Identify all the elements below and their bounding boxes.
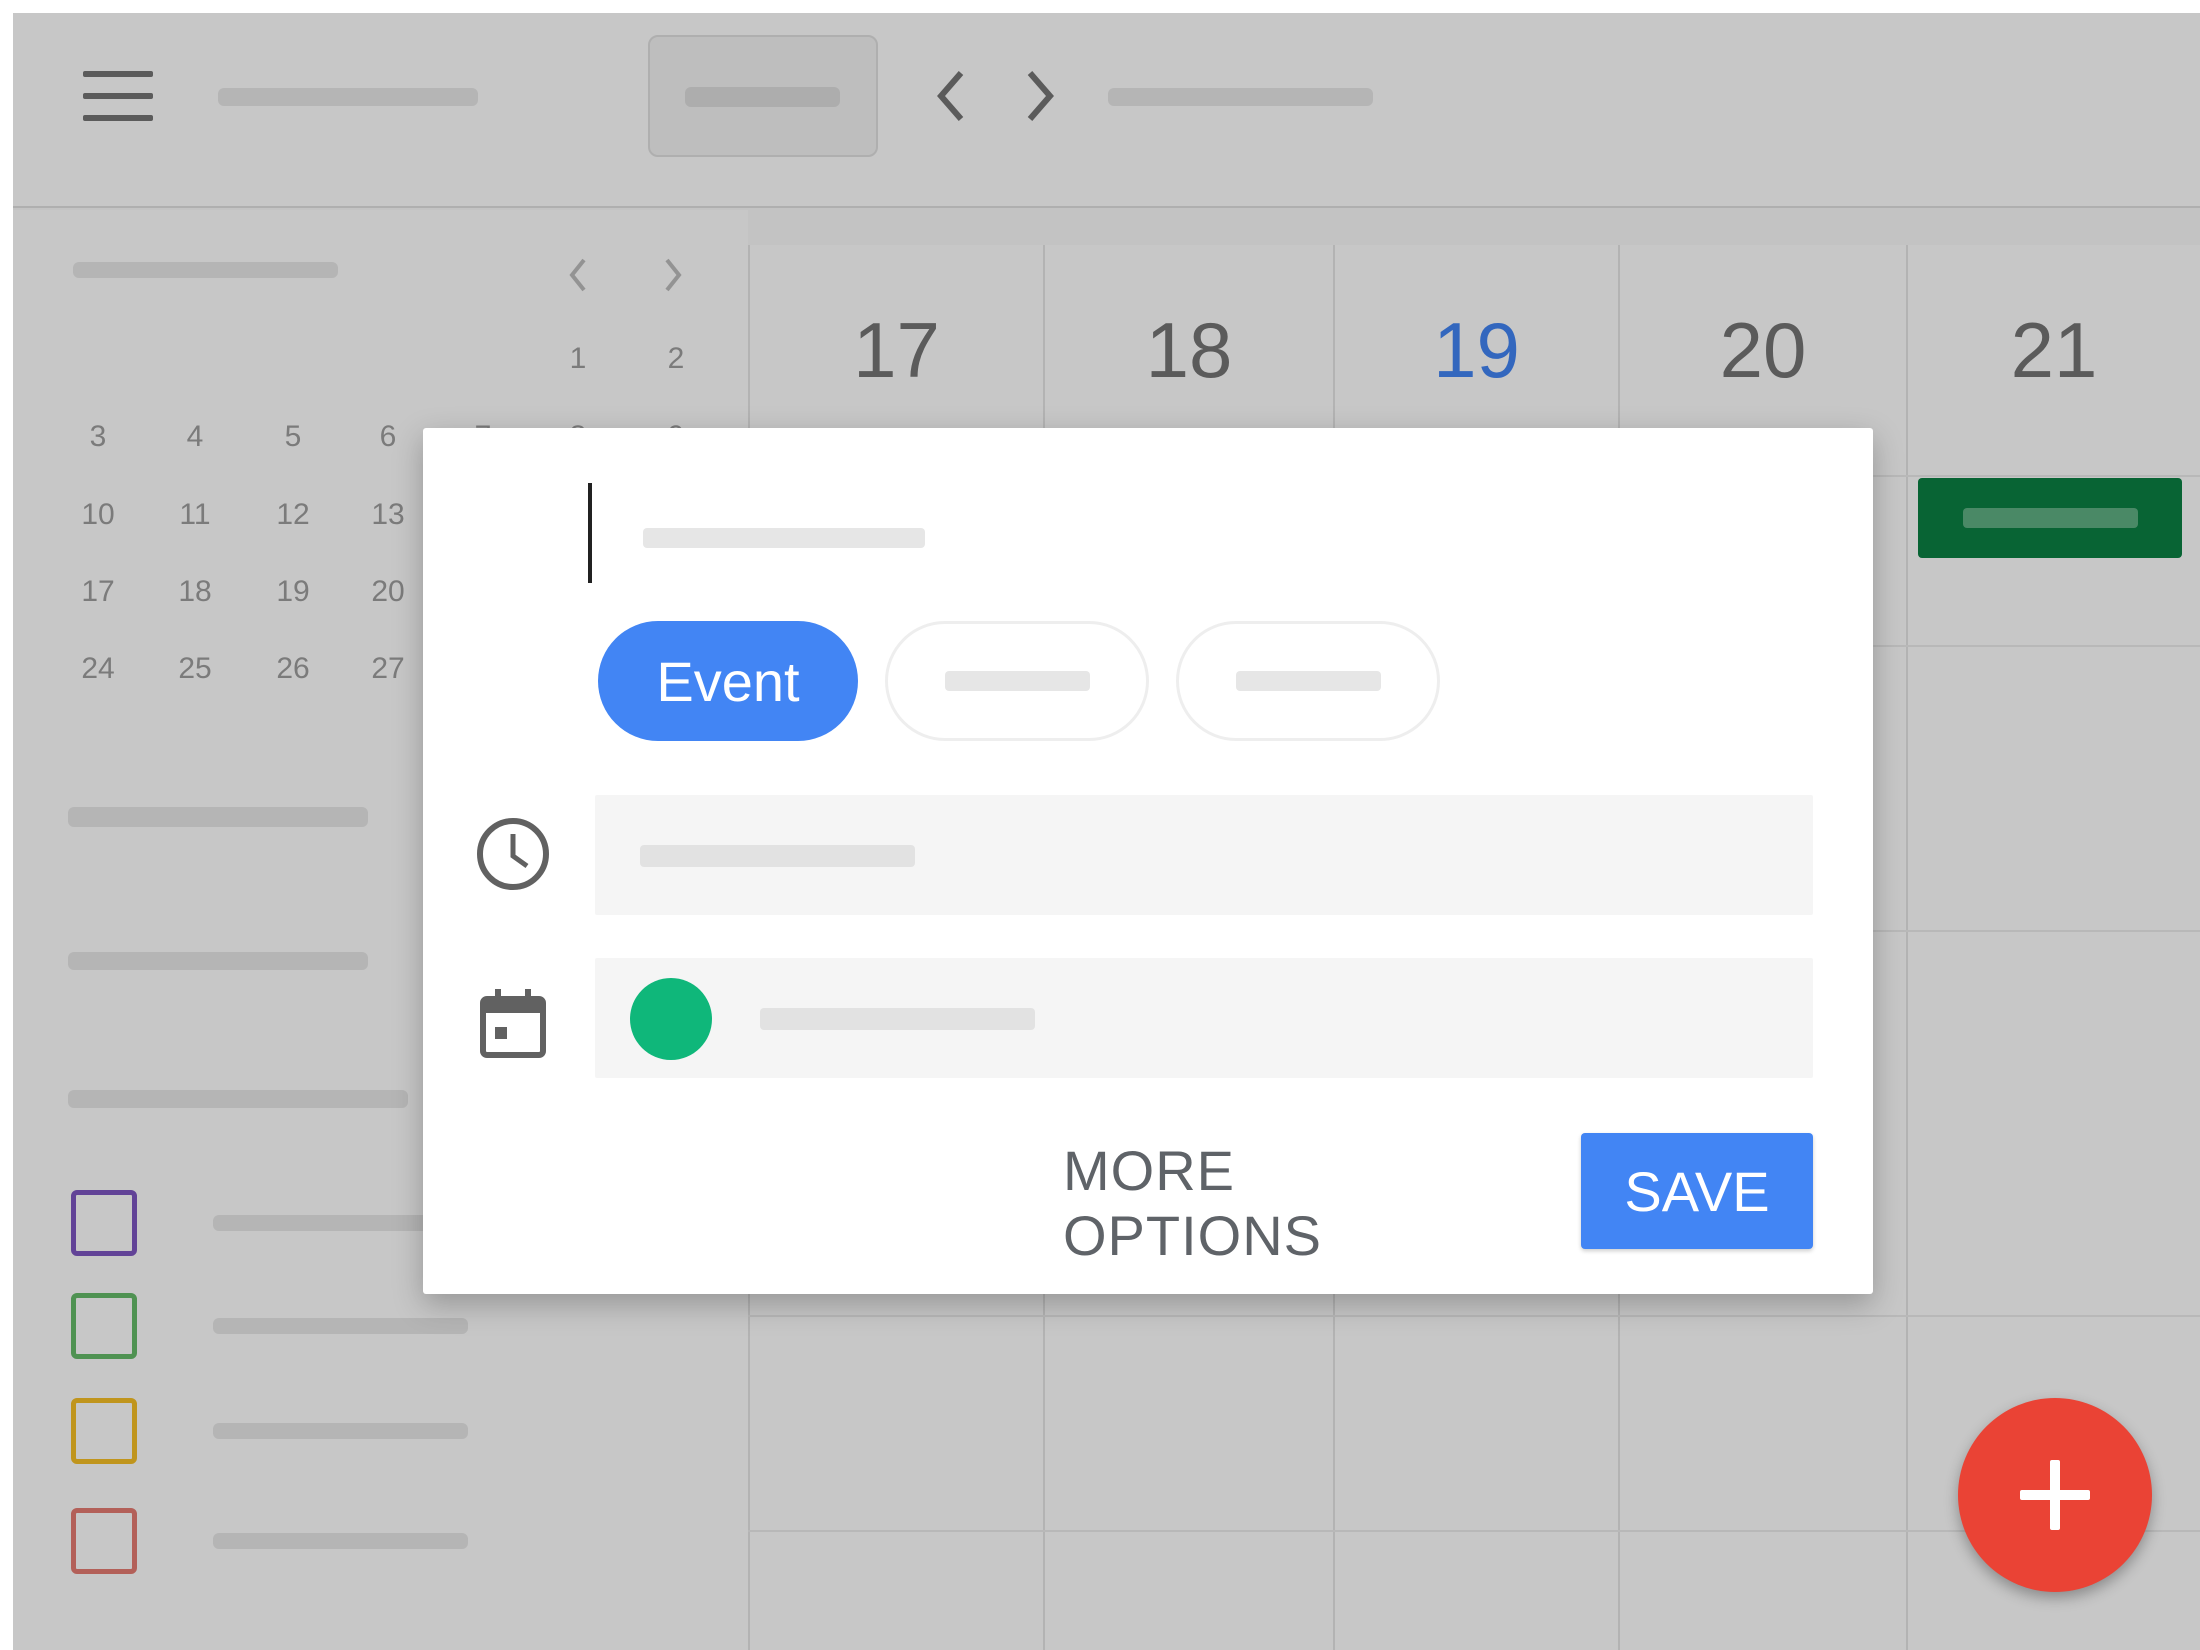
calendar-name-placeholder xyxy=(760,1008,1035,1030)
date-time-field[interactable] xyxy=(595,795,1813,915)
reminder-type-chip[interactable] xyxy=(885,621,1149,741)
date-time-placeholder xyxy=(640,845,915,867)
calendar-icon xyxy=(473,983,553,1063)
save-button[interactable]: SAVE xyxy=(1581,1133,1813,1249)
calendar-color-dot xyxy=(630,978,712,1060)
quick-create-dialog: Event MORE OPTIONS SAVE xyxy=(423,428,1873,1294)
event-title-input[interactable] xyxy=(593,488,1293,578)
calendar-select-field[interactable] xyxy=(595,958,1813,1078)
plus-icon xyxy=(2020,1460,2090,1530)
text-cursor xyxy=(588,483,592,583)
create-event-button[interactable] xyxy=(1958,1398,2152,1592)
clock-icon xyxy=(473,814,553,894)
more-options-button[interactable]: MORE OPTIONS xyxy=(1063,1139,1463,1267)
task-type-chip[interactable] xyxy=(1176,621,1440,741)
calendar-app: 123456789101112131718192024252627 171819… xyxy=(13,13,2200,1650)
event-type-chip[interactable]: Event xyxy=(598,621,858,741)
